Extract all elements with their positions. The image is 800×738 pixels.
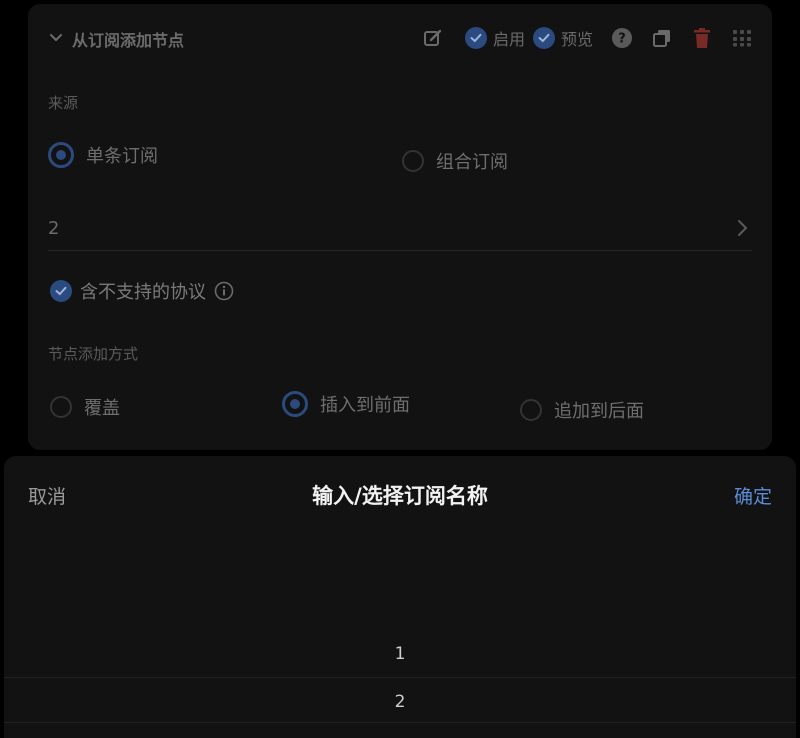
picker-option[interactable]: 1 [4,644,796,664]
add-mode-option-label: 覆盖 [84,398,120,419]
preview-label: 预览 [561,30,594,49]
edit-icon[interactable] [421,26,445,50]
info-icon[interactable] [214,281,234,301]
copy-icon[interactable] [650,26,674,50]
drag-handle-icon[interactable] [730,26,754,50]
include-unsupported-label: 含不支持的协议 [80,282,206,303]
chevron-right-icon[interactable] [734,218,750,238]
source-option-label: 组合订阅 [436,152,508,173]
radio-icon [520,399,542,421]
svg-text:?: ? [618,32,626,47]
add-mode-label: 节点添加方式 [48,345,139,363]
radio-icon [50,396,72,418]
divider [48,250,752,251]
subscription-node-card: 从订阅添加节点 启用 预览 ? 来源 单条订阅 组合订阅 2 含不支持的协议 节… [28,4,772,450]
card-title: 从订阅添加节点 [72,31,185,50]
source-option-label: 单条订阅 [86,146,158,167]
help-icon[interactable]: ? [610,26,634,50]
radio-selected-icon [282,391,308,417]
check-icon [465,27,487,49]
preview-toggle[interactable]: 预览 [533,26,593,50]
source-option-single[interactable]: 单条订阅 [48,142,158,168]
enable-label: 启用 [493,30,526,49]
add-mode-insert-front[interactable]: 插入到前面 [282,391,410,417]
radio-icon [402,150,424,172]
add-mode-append-back[interactable]: 追加到后面 [520,397,644,423]
delete-icon[interactable] [690,26,714,50]
confirm-button[interactable]: 确定 [734,482,772,509]
picker-option-selected[interactable]: 2 [4,692,796,712]
chevron-down-icon[interactable] [48,29,64,45]
enable-toggle[interactable]: 启用 [465,26,525,50]
picker-selection-line [4,677,796,678]
subscription-picker-sheet: 取消 输入/选择订阅名称 确定 1 2 [4,456,796,738]
picker-selection-line [4,722,796,723]
source-label: 来源 [48,94,79,112]
card-header: 从订阅添加节点 启用 预览 ? [28,4,772,72]
check-icon [533,27,555,49]
sheet-title: 输入/选择订阅名称 [312,484,488,508]
source-option-combined[interactable]: 组合订阅 [402,148,508,174]
check-icon [50,280,72,302]
radio-selected-icon [48,142,74,168]
add-mode-option-label: 插入到前面 [320,395,410,416]
add-mode-option-label: 追加到后面 [554,401,644,422]
subscription-field-value[interactable]: 2 [48,218,59,239]
add-mode-overwrite[interactable]: 覆盖 [50,394,120,420]
include-unsupported-checkbox[interactable]: 含不支持的协议 [50,278,234,304]
